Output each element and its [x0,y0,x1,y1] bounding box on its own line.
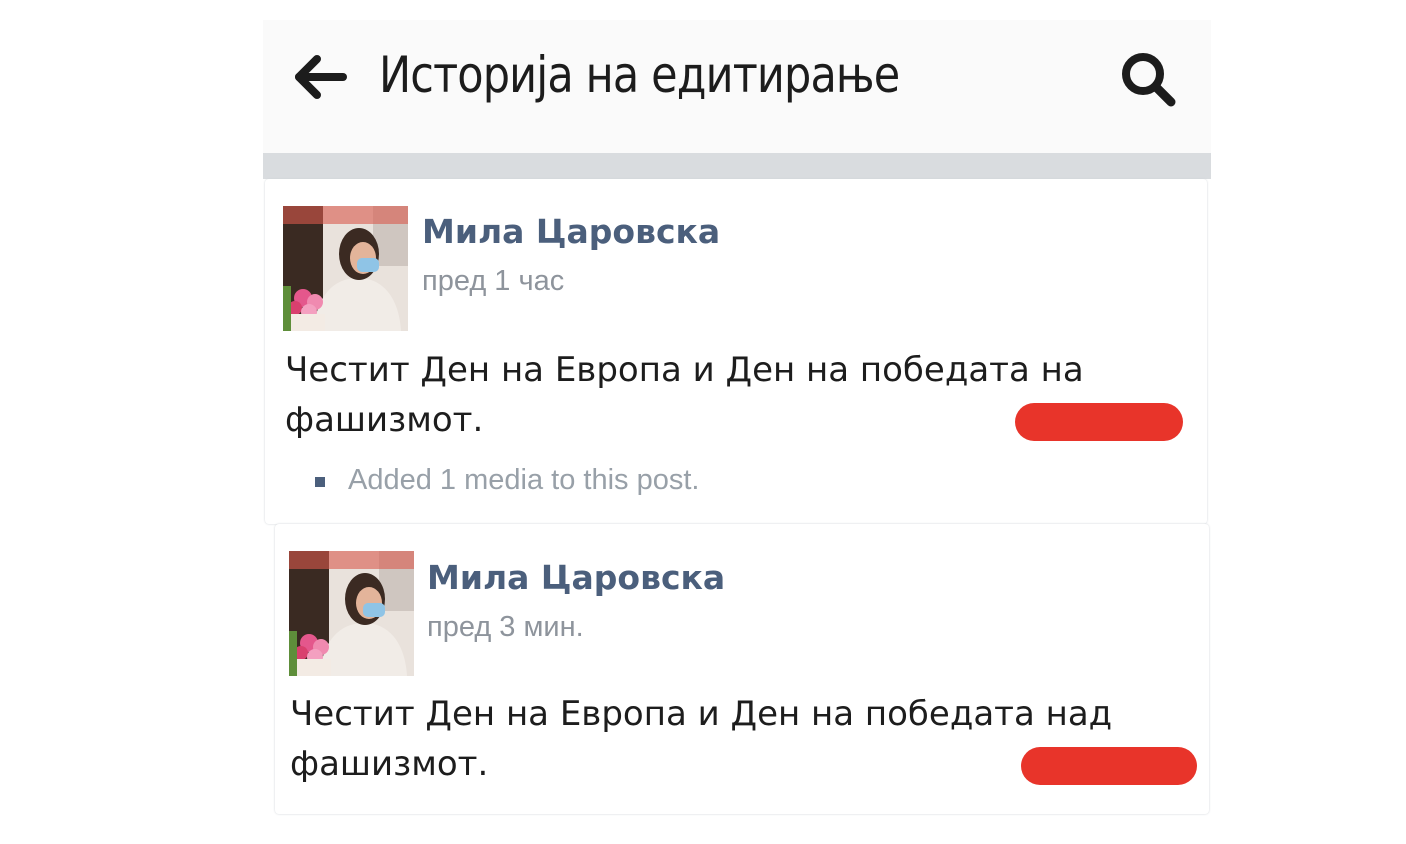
avatar[interactable] [289,551,414,676]
bullet-icon [315,477,325,487]
page-title: Историја на едитирање [379,46,900,104]
red-highlight-mark [1015,403,1183,441]
section-divider [263,153,1211,179]
edit-history-screen: Историја на едитирање Мила Царовска пред… [263,20,1211,814]
timestamp: пред 3 мин. [427,611,584,643]
timestamp: пред 1 час [422,265,565,297]
author-name[interactable]: Мила Царовска [427,558,725,597]
search-icon[interactable] [1113,48,1183,108]
arrow-left-icon[interactable] [291,52,351,102]
red-highlight-mark [1021,747,1197,785]
post-text-line: Честит Ден на Европа и Ден на победата н… [285,350,1084,390]
revision-card: Мила Царовска пред 3 мин. Честит Ден на … [275,524,1209,814]
top-bar: Историја на едитирање [263,20,1211,153]
post-text-line: фашизмот. [285,400,484,440]
post-text-line: фашизмот. [290,744,489,784]
post-text-line: Честит Ден на Европа и Ден на победата н… [290,694,1113,734]
author-name[interactable]: Мила Царовска [422,212,720,251]
revision-card: Мила Царовска пред 1 час Честит Ден на Е… [265,179,1207,524]
edit-note: Added 1 media to this post. [348,464,700,496]
avatar[interactable] [283,206,408,331]
